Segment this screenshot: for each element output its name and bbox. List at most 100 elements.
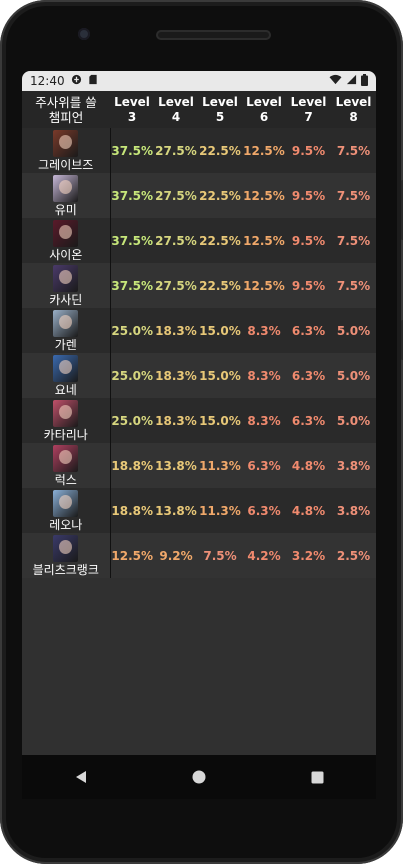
level-8-header: Level 8 (331, 91, 376, 128)
probability-cell-level-6: 12.5% (242, 218, 286, 263)
probability-cell-level-4: 27.5% (154, 128, 198, 173)
probability-cell-level-8: 5.0% (331, 353, 376, 398)
champion-avatar (53, 400, 79, 427)
probability-cell-level-5: 22.5% (198, 263, 242, 308)
probability-cell-level-3: 37.5% (110, 263, 154, 308)
probability-cell-level-8: 5.0% (331, 398, 376, 443)
probability-cell-level-6: 12.5% (242, 263, 286, 308)
back-button[interactable] (51, 757, 111, 797)
table-row[interactable]: 그레이브즈 37.5% 27.5% 22.5% 12.5% 9.5% 7.5% (22, 128, 376, 173)
champion-name: 요네 (54, 383, 77, 397)
table-row[interactable]: 카타리나 25.0% 18.3% 15.0% 8.3% 6.3% 5.0% (22, 398, 376, 443)
probability-cell-level-6: 8.3% (242, 353, 286, 398)
probability-cell-level-5: 7.5% (198, 533, 242, 578)
probability-cell-level-6: 8.3% (242, 308, 286, 353)
champion-name: 카사딘 (49, 293, 83, 307)
probability-cell-level-7: 6.3% (286, 308, 331, 353)
champion-cell: 블리츠크랭크 (22, 533, 111, 578)
data-saver-icon (71, 74, 82, 88)
probability-cell-level-3: 25.0% (110, 398, 154, 443)
probability-cell-level-5: 11.3% (198, 488, 242, 533)
probability-cell-level-6: 12.5% (242, 128, 286, 173)
champion-cell: 그레이브즈 (22, 128, 111, 173)
table-header-row: 주사위를 쓸 챔피언 Level 3 Level 4 Level 5 Level 6 L… (22, 91, 376, 128)
probability-cell-level-5: 15.0% (198, 398, 242, 443)
table-row[interactable]: 블리츠크랭크 12.5% 9.2% 7.5% 4.2% 3.2% 2.5% (22, 533, 376, 578)
probability-cell-level-3: 25.0% (110, 353, 154, 398)
champion-cell: 가렌 (22, 308, 111, 353)
earpiece-speaker (156, 30, 271, 40)
probability-cell-level-8: 7.5% (331, 128, 376, 173)
probability-cell-level-3: 37.5% (110, 218, 154, 263)
level-6-header: Level 6 (242, 91, 286, 128)
champion-avatar (53, 355, 79, 382)
home-button[interactable] (169, 757, 229, 797)
probability-cell-level-8: 3.8% (331, 443, 376, 488)
probability-cell-level-4: 13.8% (154, 488, 198, 533)
battery-icon (361, 73, 368, 89)
champion-avatar (53, 175, 79, 202)
recents-button[interactable] (287, 757, 347, 797)
probability-cell-level-7: 3.2% (286, 533, 331, 578)
sd-card-icon (88, 74, 98, 88)
table-body: 그레이브즈 37.5% 27.5% 22.5% 12.5% 9.5% 7.5% 유미 37.5%… (22, 128, 376, 578)
probability-cell-level-5: 15.0% (198, 308, 242, 353)
champion-cell: 요네 (22, 353, 111, 398)
probability-cell-level-5: 22.5% (198, 173, 242, 218)
level-7-header: Level 7 (286, 91, 331, 128)
probability-cell-level-7: 6.3% (286, 398, 331, 443)
table-row[interactable]: 레오나 18.8% 13.8% 11.3% 6.3% 4.8% 3.8% (22, 488, 376, 533)
champion-avatar (53, 490, 79, 517)
probability-cell-level-7: 6.3% (286, 353, 331, 398)
dice-probability-table: 주사위를 쓸 챔피언 Level 3 Level 4 Level 5 Level 6 L… (22, 91, 376, 578)
probability-cell-level-3: 12.5% (110, 533, 154, 578)
champion-name: 사이온 (49, 248, 83, 262)
probability-cell-level-4: 27.5% (154, 218, 198, 263)
probability-cell-level-8: 7.5% (331, 263, 376, 308)
wifi-icon (329, 74, 342, 88)
champion-cell: 레오나 (22, 488, 111, 533)
probability-cell-level-4: 9.2% (154, 533, 198, 578)
probability-cell-level-7: 9.5% (286, 263, 331, 308)
champion-cell: 럭스 (22, 443, 111, 488)
champion-cell: 카타리나 (22, 398, 111, 443)
table-row[interactable]: 럭스 18.8% 13.8% 11.3% 6.3% 4.8% 3.8% (22, 443, 376, 488)
table-row[interactable]: 카사딘 37.5% 27.5% 22.5% 12.5% 9.5% 7.5% (22, 263, 376, 308)
table-row[interactable]: 사이온 37.5% 27.5% 22.5% 12.5% 9.5% 7.5% (22, 218, 376, 263)
level-5-header: Level 5 (198, 91, 242, 128)
probability-cell-level-6: 6.3% (242, 443, 286, 488)
champion-avatar (53, 310, 79, 337)
champion-avatar (53, 445, 79, 472)
probability-cell-level-4: 27.5% (154, 173, 198, 218)
probability-cell-level-7: 9.5% (286, 128, 331, 173)
probability-cell-level-4: 18.3% (154, 353, 198, 398)
probability-cell-level-5: 22.5% (198, 128, 242, 173)
champion-cell: 유미 (22, 173, 111, 218)
probability-cell-level-6: 6.3% (242, 488, 286, 533)
probability-cell-level-6: 4.2% (242, 533, 286, 578)
table-row[interactable]: 유미 37.5% 27.5% 22.5% 12.5% 9.5% 7.5% (22, 173, 376, 218)
table-row[interactable]: 가렌 25.0% 18.3% 15.0% 8.3% 6.3% 5.0% (22, 308, 376, 353)
probability-cell-level-4: 18.3% (154, 398, 198, 443)
recents-square-icon (311, 771, 323, 783)
probability-cell-level-3: 18.8% (110, 443, 154, 488)
level-3-header: Level 3 (110, 91, 154, 128)
champion-avatar (53, 265, 79, 292)
champion-avatar (53, 130, 79, 157)
probability-cell-level-7: 9.5% (286, 218, 331, 263)
probability-cell-level-7: 9.5% (286, 173, 331, 218)
champion-name: 레오나 (49, 518, 83, 532)
probability-cell-level-6: 12.5% (242, 173, 286, 218)
table-row[interactable]: 요네 25.0% 18.3% 15.0% 8.3% 6.3% 5.0% (22, 353, 376, 398)
probability-cell-level-5: 22.5% (198, 218, 242, 263)
probability-cell-level-4: 27.5% (154, 263, 198, 308)
champion-name: 카타리나 (43, 428, 88, 442)
probability-cell-level-8: 7.5% (331, 173, 376, 218)
probability-cell-level-5: 11.3% (198, 443, 242, 488)
probability-cell-level-5: 15.0% (198, 353, 242, 398)
front-camera (78, 28, 90, 40)
status-bar: 12:40 (22, 71, 376, 91)
probability-cell-level-4: 13.8% (154, 443, 198, 488)
champion-name: 유미 (54, 203, 77, 217)
champion-column-header: 주사위를 쓸 챔피언 (22, 91, 110, 128)
